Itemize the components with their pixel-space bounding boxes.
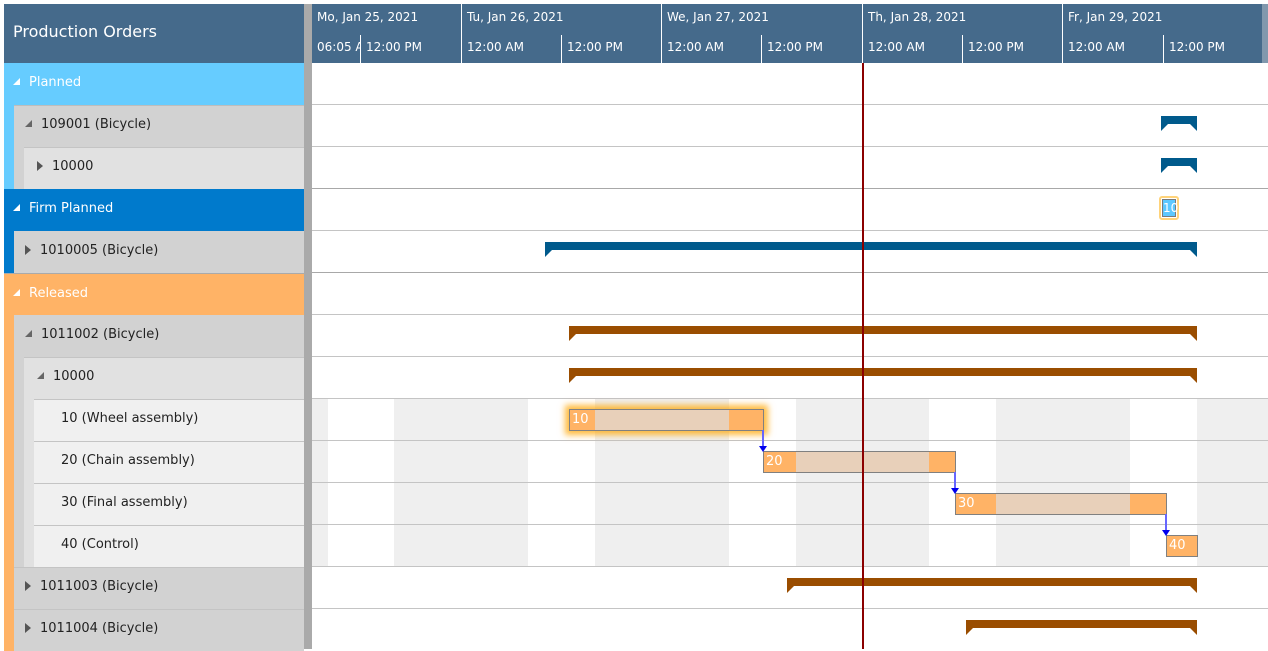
- collapsed-icon[interactable]: [25, 580, 31, 591]
- group-row-firm-planned[interactable]: Firm Planned: [4, 189, 304, 231]
- expanded-icon[interactable]: [37, 372, 44, 379]
- expanded-icon[interactable]: [25, 330, 32, 337]
- group-row-released[interactable]: Released: [4, 273, 304, 315]
- order-label: 1011004 (Bicycle): [40, 621, 159, 636]
- task-label: 10: [572, 412, 589, 427]
- hour-header: 12:00 PM: [360, 35, 461, 63]
- routing-row[interactable]: 10000: [4, 147, 304, 189]
- routing-row[interactable]: 10000: [4, 357, 304, 399]
- hour-header: 06:05 A: [317, 40, 361, 54]
- operation-task-bar[interactable]: 30: [955, 493, 1167, 515]
- current-time-line: [862, 63, 864, 649]
- chart-row: [312, 609, 1268, 649]
- collapsed-icon[interactable]: [25, 244, 31, 255]
- chart-row: [312, 399, 1268, 441]
- chart-row: [312, 273, 1268, 315]
- group-label: Planned: [29, 75, 82, 90]
- collapsed-icon[interactable]: [25, 622, 31, 633]
- order-label: 1011002 (Bicycle): [41, 327, 160, 342]
- order-summary-bar[interactable]: [1161, 116, 1197, 131]
- timeline-header: Mo, Jan 25, 2021 Tu, Jan 26, 2021 We, Ja…: [312, 4, 1262, 63]
- expanded-icon[interactable]: [13, 78, 20, 85]
- order-summary-bar[interactable]: [569, 326, 1197, 341]
- order-row[interactable]: 1011002 (Bicycle): [4, 315, 304, 357]
- chart-row: [312, 105, 1268, 147]
- chart-row: [312, 63, 1268, 105]
- header-scroll-edge: [1262, 4, 1268, 63]
- planned-milestone[interactable]: 10: [1159, 196, 1179, 220]
- dependency-arrow-icon: [951, 488, 959, 494]
- order-row[interactable]: 109001 (Bicycle): [4, 105, 304, 147]
- order-row[interactable]: 1011004 (Bicycle): [4, 609, 304, 651]
- operation-task-bar[interactable]: 10: [569, 409, 764, 431]
- routing-label: 10000: [52, 159, 94, 174]
- gantt-chart[interactable]: 10 10 20 30 40: [312, 63, 1268, 649]
- routing-label: 10000: [53, 369, 95, 384]
- operation-label: 20 (Chain assembly): [61, 453, 195, 468]
- operation-label: 30 (Final assembly): [61, 495, 188, 510]
- order-summary-bar[interactable]: [787, 578, 1197, 593]
- routing-summary-bar[interactable]: [1161, 158, 1197, 173]
- order-label: 1011003 (Bicycle): [40, 579, 159, 594]
- dependency-arrow-icon: [759, 446, 767, 452]
- operation-label: 10 (Wheel assembly): [61, 411, 199, 426]
- chart-row: [312, 357, 1268, 399]
- routing-summary-bar[interactable]: [569, 368, 1197, 383]
- milestone-label: 10: [1162, 199, 1179, 217]
- operation-task-bar[interactable]: 20: [763, 451, 956, 473]
- chart-row: [312, 147, 1268, 189]
- expanded-icon[interactable]: [25, 120, 32, 127]
- expanded-icon[interactable]: [13, 204, 20, 211]
- tree-panel: Planned 109001 (Bicycle) 10000 Firm Plan…: [4, 63, 304, 651]
- group-row-planned[interactable]: Planned: [4, 63, 304, 105]
- order-summary-bar[interactable]: [966, 620, 1197, 635]
- chart-row: [312, 189, 1268, 231]
- panel-splitter[interactable]: [304, 4, 312, 649]
- group-label: Firm Planned: [29, 201, 114, 216]
- expanded-icon[interactable]: [13, 289, 20, 296]
- chart-row: [312, 231, 1268, 273]
- collapsed-icon[interactable]: [37, 160, 43, 171]
- task-label: 40: [1169, 538, 1186, 553]
- hour-header: 12:00 AM: [862, 35, 962, 63]
- chart-row: [312, 525, 1268, 567]
- hour-header: 12:00 PM: [561, 35, 661, 63]
- operation-row[interactable]: 40 (Control): [4, 525, 304, 567]
- order-summary-bar[interactable]: [545, 242, 1197, 257]
- hour-header: 12:00 AM: [661, 35, 761, 63]
- dependency-link: [954, 472, 956, 489]
- order-row[interactable]: 1010005 (Bicycle): [4, 231, 304, 273]
- operation-row[interactable]: 30 (Final assembly): [4, 483, 304, 525]
- operation-row[interactable]: 10 (Wheel assembly): [4, 399, 304, 441]
- hour-header: 12:00 PM: [962, 35, 1062, 63]
- operation-label: 40 (Control): [61, 537, 139, 552]
- task-label: 30: [958, 496, 975, 511]
- order-label: 1010005 (Bicycle): [40, 243, 159, 258]
- group-label: Released: [29, 286, 89, 301]
- dependency-arrow-icon: [1162, 530, 1170, 536]
- operation-task-bar[interactable]: 40: [1166, 535, 1198, 557]
- hour-header: 12:00 PM: [761, 35, 862, 63]
- order-row[interactable]: 1011003 (Bicycle): [4, 567, 304, 609]
- hour-header: 12:00 AM: [1062, 35, 1163, 63]
- hour-header: 12:00 PM: [1163, 35, 1262, 63]
- dependency-link: [1165, 514, 1167, 531]
- hour-header: 12:00 AM: [461, 35, 561, 63]
- order-label: 109001 (Bicycle): [41, 117, 152, 132]
- dependency-link: [762, 430, 764, 447]
- panel-title: Production Orders: [4, 4, 304, 63]
- task-label: 20: [766, 454, 783, 469]
- operation-row[interactable]: 20 (Chain assembly): [4, 441, 304, 483]
- chart-row: [312, 315, 1268, 357]
